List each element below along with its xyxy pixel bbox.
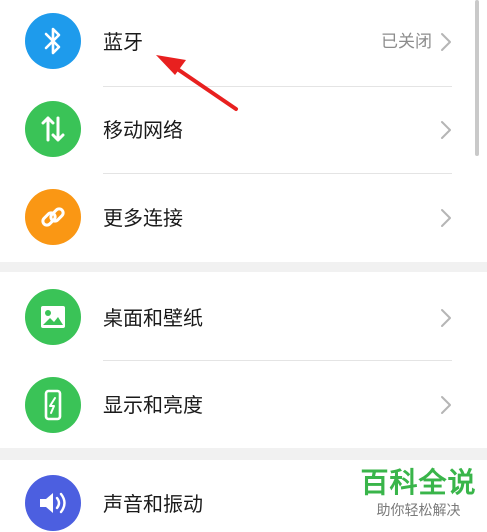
watermark-subtitle: 助你轻松解决 <box>376 503 461 519</box>
annotation-arrow-icon <box>156 55 238 111</box>
watermark-title: 百科全说 <box>360 466 477 499</box>
watermark-logo: 百科全说 助你轻松解决 <box>356 466 481 528</box>
